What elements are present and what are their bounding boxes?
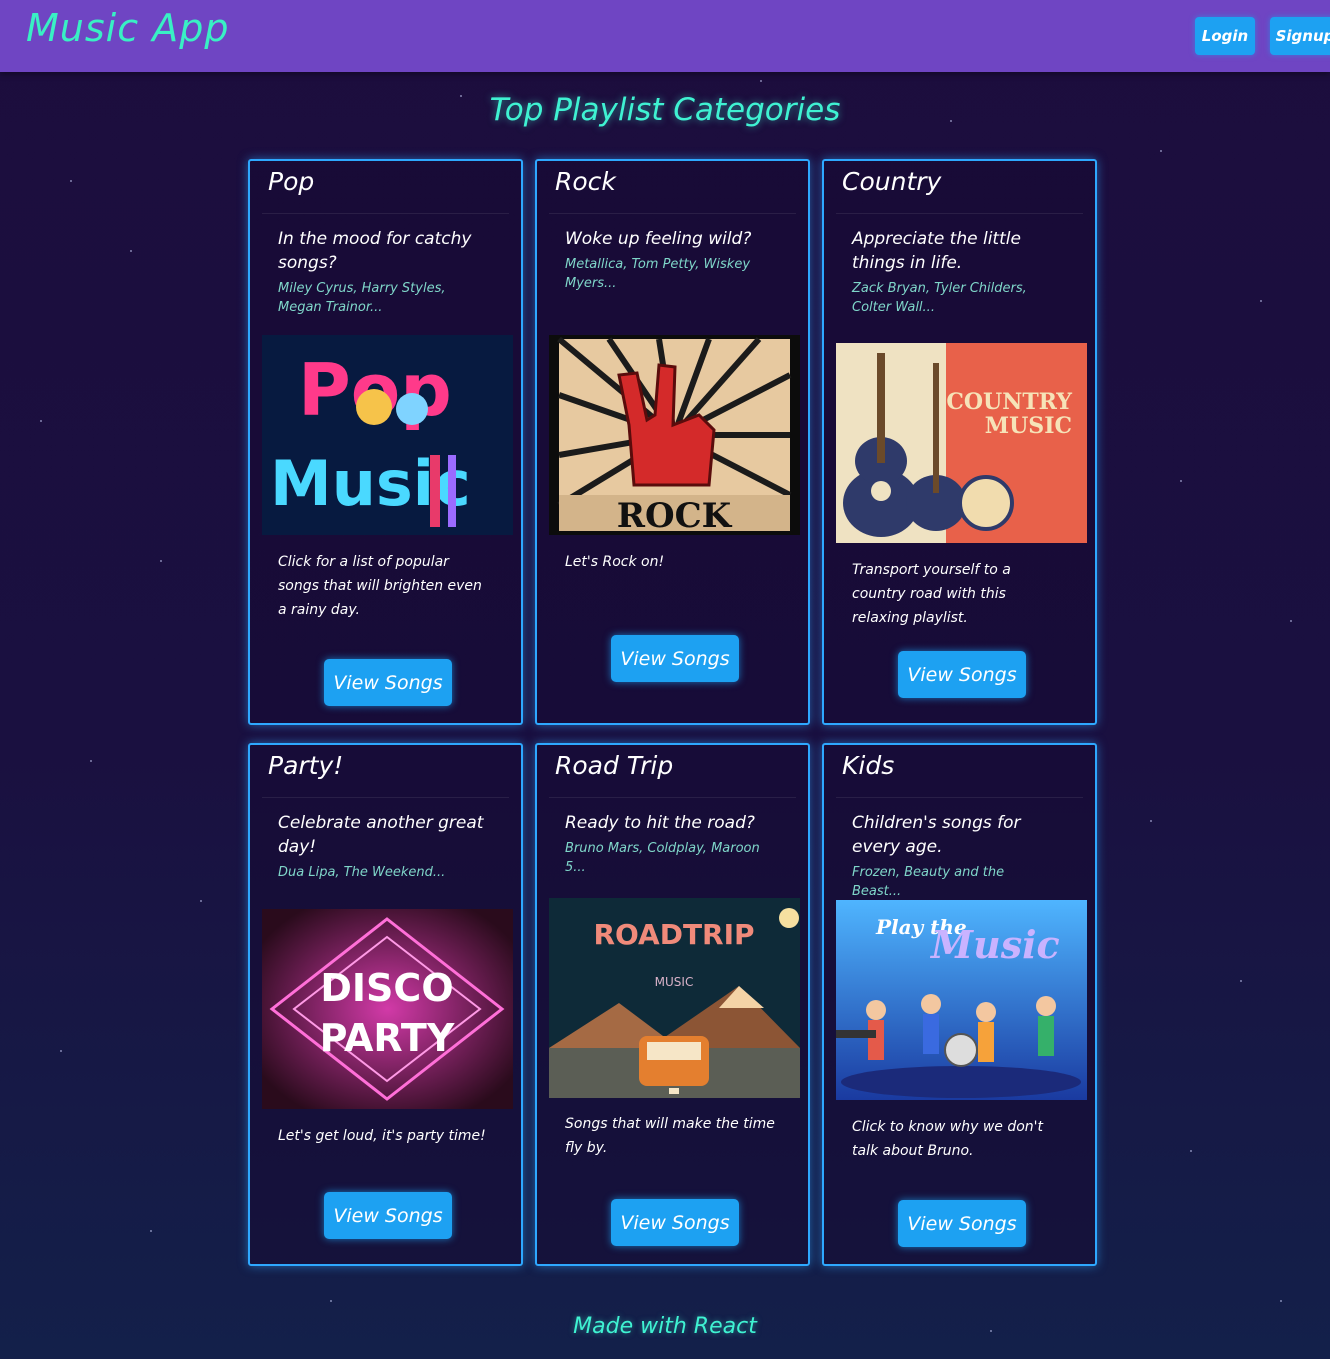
card-question: Ready to hit the road? <box>565 813 755 833</box>
top-navbar: Music App Login Signup <box>0 0 1330 72</box>
card-question: Appreciate the little things in life. <box>852 229 1021 273</box>
playlist-card-pop: Pop In the mood for catchy songs? Miley … <box>248 159 523 725</box>
card-description: Transport yourself to a country road wit… <box>852 562 1011 626</box>
card-title: Party! <box>268 751 344 780</box>
view-songs-button[interactable]: View Songs <box>898 651 1026 698</box>
playlist-card-rock: Rock Woke up feeling wild? Metallica, To… <box>535 159 810 725</box>
image-text: Music <box>929 922 1060 967</box>
signup-button[interactable]: Signup <box>1270 17 1330 55</box>
playlist-card-kids: Kids Children's songs for every age. Fro… <box>822 743 1097 1266</box>
playlist-card-country: Country Appreciate the little things in … <box>822 159 1097 725</box>
image-text: MUSIC <box>985 413 1072 439</box>
image-text: COUNTRY <box>946 389 1072 415</box>
country-music-image: COUNTRY MUSIC <box>836 343 1087 543</box>
card-artists: Frozen, Beauty and the Beast... <box>852 865 1005 899</box>
view-songs-button[interactable]: View Songs <box>324 659 452 706</box>
pop-music-image: Pop Music <box>262 335 513 535</box>
card-artists: Miley Cyrus, Harry Styles, Megan Trainor… <box>278 281 446 315</box>
disco-party-image: DISCO PARTY <box>262 909 513 1109</box>
card-artists: Bruno Mars, Coldplay, Maroon 5... <box>565 841 760 875</box>
card-title: Rock <box>555 167 616 196</box>
image-text: ROADTRIP <box>593 918 754 951</box>
card-question: In the mood for catchy songs? <box>278 229 472 273</box>
view-songs-button[interactable]: View Songs <box>611 635 739 682</box>
image-text: MUSIC <box>655 975 694 989</box>
card-description: Click for a list of popular songs that w… <box>278 554 482 618</box>
card-description: Let's Rock on! <box>565 554 665 570</box>
card-artists: Dua Lipa, The Weekend... <box>278 865 446 880</box>
view-songs-button[interactable]: View Songs <box>611 1199 739 1246</box>
card-title: Kids <box>842 751 895 780</box>
card-artists: Zack Bryan, Tyler Childers, Colter Wall.… <box>852 281 1027 315</box>
view-songs-button[interactable]: View Songs <box>324 1192 452 1239</box>
card-artists: Metallica, Tom Petty, Wiskey Myers... <box>565 257 751 291</box>
playlist-card-party: Party! Celebrate another great day! Dua … <box>248 743 523 1266</box>
card-title: Road Trip <box>555 751 674 780</box>
playlist-card-road-trip: Road Trip Ready to hit the road? Bruno M… <box>535 743 810 1266</box>
card-description: Click to know why we don't talk about Br… <box>852 1119 1043 1159</box>
card-description: Songs that will make the time fly by. <box>565 1116 775 1156</box>
image-text: ROCK <box>617 496 733 535</box>
image-text: DISCO <box>320 966 453 1010</box>
brand-logo[interactable]: Music App <box>26 6 229 50</box>
rock-image: ROCK <box>549 335 800 535</box>
login-button[interactable]: Login <box>1195 17 1255 55</box>
card-description: Let's get loud, it's party time! <box>278 1128 486 1144</box>
kids-music-image: Play the Music <box>836 900 1087 1100</box>
image-text: PARTY <box>320 1016 455 1060</box>
card-question: Woke up feeling wild? <box>565 229 752 249</box>
card-title: Country <box>842 167 942 196</box>
page-title: Top Playlist Categories <box>489 92 841 128</box>
footer-text: Made with React <box>573 1314 757 1339</box>
card-title: Pop <box>268 167 315 196</box>
view-songs-button[interactable]: View Songs <box>898 1200 1026 1247</box>
card-question: Children's songs for every age. <box>852 813 1021 857</box>
image-text: Music <box>270 447 471 520</box>
card-question: Celebrate another great day! <box>278 813 484 857</box>
road-trip-image: ROADTRIP MUSIC <box>549 898 800 1098</box>
